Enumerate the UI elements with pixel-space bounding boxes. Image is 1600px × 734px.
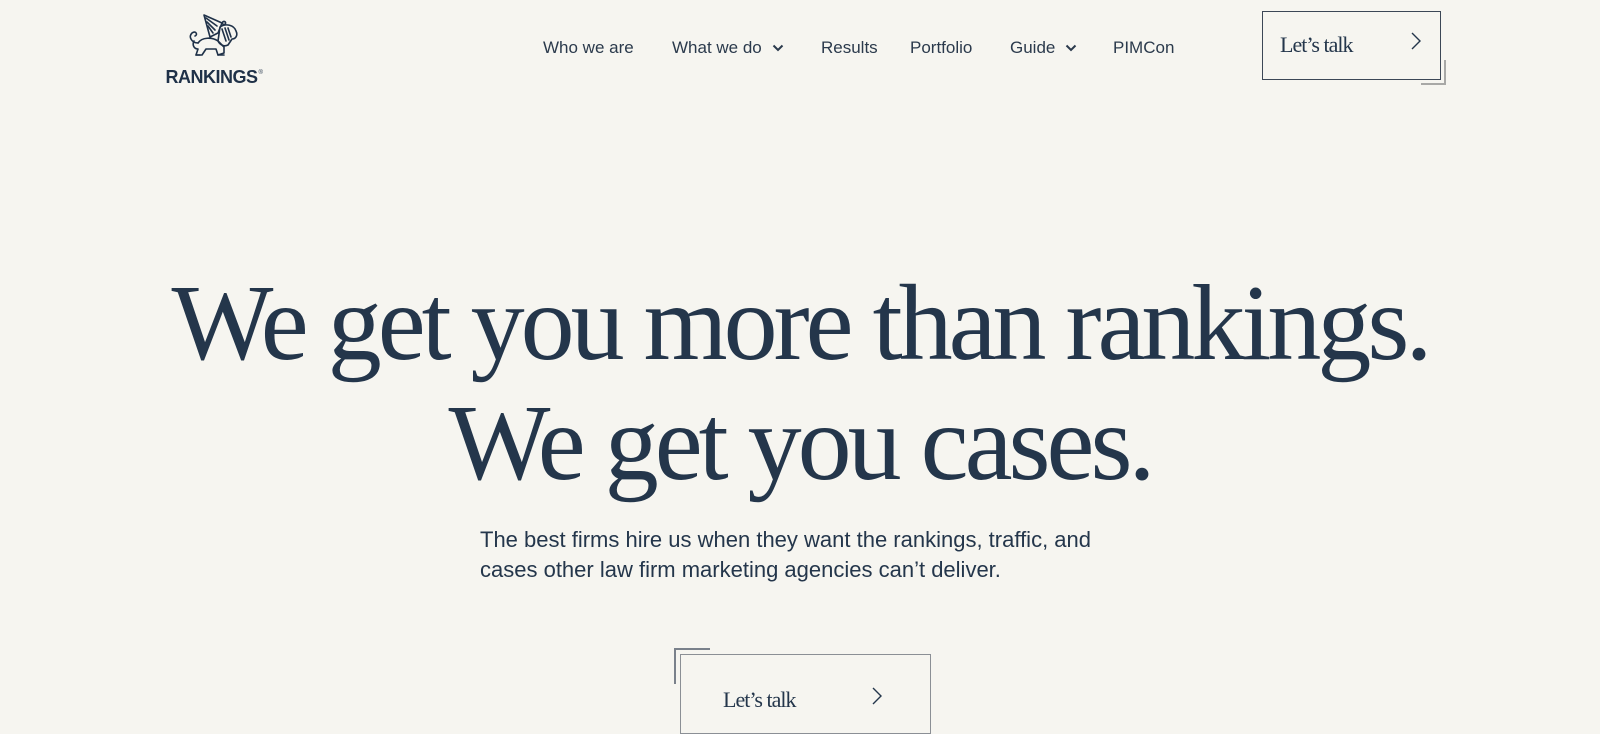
hero-subtext: The best firms hire us when they want th… xyxy=(480,527,1092,582)
nav-item-label: Who we are xyxy=(543,38,634,57)
nav-item-pimcon[interactable]: PIMCon xyxy=(1113,36,1174,60)
nav-item-label: What we do xyxy=(672,38,762,57)
hero-lets-talk-button[interactable]: Let’s talk xyxy=(680,654,931,734)
nav-item-guide[interactable]: Guide xyxy=(1010,36,1077,60)
chevron-right-icon xyxy=(1411,32,1421,50)
hero-headline-line-2: We get you cases. xyxy=(448,384,1155,503)
nav-item-label: Results xyxy=(821,38,878,57)
chevron-right-icon xyxy=(872,687,882,705)
brand-wordmark: RANKINGS® xyxy=(163,63,265,87)
nav-item-who-we-are[interactable]: Who we are xyxy=(543,36,634,60)
hero-headline-line-1: We get you more than rankings. xyxy=(171,264,1433,383)
chevron-down-icon xyxy=(772,44,783,52)
nav-item-portfolio[interactable]: Portfolio xyxy=(910,36,972,60)
nav-item-label: Portfolio xyxy=(910,38,973,57)
header-lets-talk-button[interactable]: Let’s talk xyxy=(1262,11,1441,80)
cta-label: Let’s talk xyxy=(723,687,796,712)
brand-name: RANKINGS xyxy=(165,67,259,87)
nav-item-what-we-do[interactable]: What we do xyxy=(672,36,784,60)
cta-label: Let’s talk xyxy=(1280,32,1353,57)
logo-link[interactable]: RANKINGS® xyxy=(163,13,265,87)
nav-item-results[interactable]: Results xyxy=(821,36,878,60)
winged-lion-icon xyxy=(189,14,238,56)
nav-item-label: PIMCon xyxy=(1113,38,1175,57)
nav-item-label: Guide xyxy=(1010,38,1056,57)
registered-mark: ® xyxy=(258,70,263,76)
chevron-down-icon xyxy=(1066,44,1077,52)
